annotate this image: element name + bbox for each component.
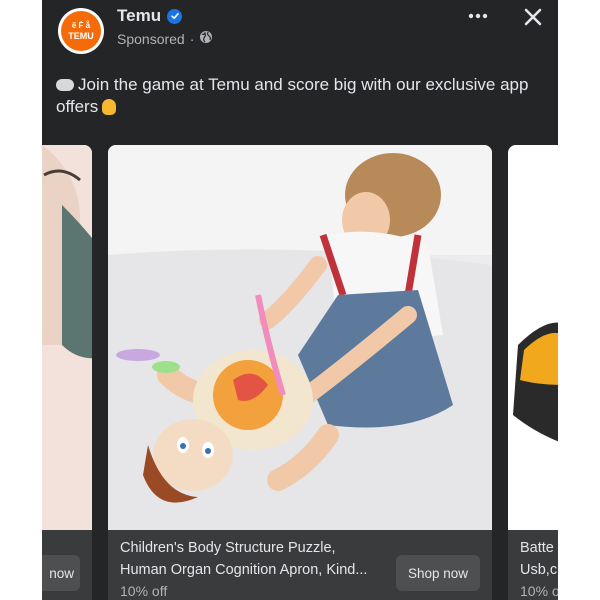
post-caption: Join the game at Temu and score big with… — [56, 74, 536, 118]
discount-label: 10% off — [120, 583, 168, 599]
carousel-card-next[interactable]: Batte Usb,c 10% o — [508, 145, 558, 600]
caption-text: Join the game at Temu and score big with… — [56, 75, 529, 116]
verified-badge-icon — [167, 8, 183, 24]
globe-icon — [199, 30, 213, 47]
close-icon[interactable] — [518, 2, 548, 32]
carousel-card-previous[interactable]: now — [42, 145, 92, 600]
product-title[interactable]: Batte Usb,c — [520, 537, 558, 581]
logo-top-text: ẽ Ḟ ẫ — [71, 20, 91, 30]
temu-logo: ẽ Ḟ ẫ TEMU — [61, 11, 101, 51]
logo-brand-text: TEMU — [68, 30, 94, 41]
product-image[interactable] — [42, 145, 92, 530]
page-name[interactable]: Temu — [117, 6, 161, 26]
product-title-line-2: Usb,c — [520, 562, 558, 578]
page-name-row[interactable]: Temu — [117, 6, 183, 26]
facebook-ad-post: ẽ Ḟ ẫ TEMU Temu Sponsored · Join the gam… — [42, 0, 558, 600]
sponsored-label[interactable]: Sponsored — [117, 31, 185, 47]
shop-now-button[interactable]: Shop now — [396, 555, 480, 591]
shop-now-button[interactable]: now — [42, 555, 80, 591]
product-title-line-1: Batte — [520, 540, 554, 556]
more-options-icon[interactable] — [464, 6, 492, 26]
game-controller-icon — [56, 79, 74, 91]
carousel-card-current[interactable]: Children's Body Structure Puzzle, Human … — [108, 145, 492, 600]
product-title-line-2: Human Organ Cognition Apron, Kind... — [120, 562, 368, 578]
ok-hand-icon — [102, 99, 117, 115]
separator-dot: · — [189, 30, 195, 47]
product-title-line-1: Children's Body Structure Puzzle, — [120, 540, 336, 556]
post-meta: Sponsored · — [117, 30, 213, 47]
page-avatar[interactable]: ẽ Ḟ ẫ TEMU — [58, 8, 104, 54]
product-image[interactable] — [508, 145, 558, 530]
discount-label: 10% o — [520, 583, 558, 599]
product-title[interactable]: Children's Body Structure Puzzle, Human … — [120, 537, 390, 581]
product-image[interactable] — [108, 145, 492, 530]
